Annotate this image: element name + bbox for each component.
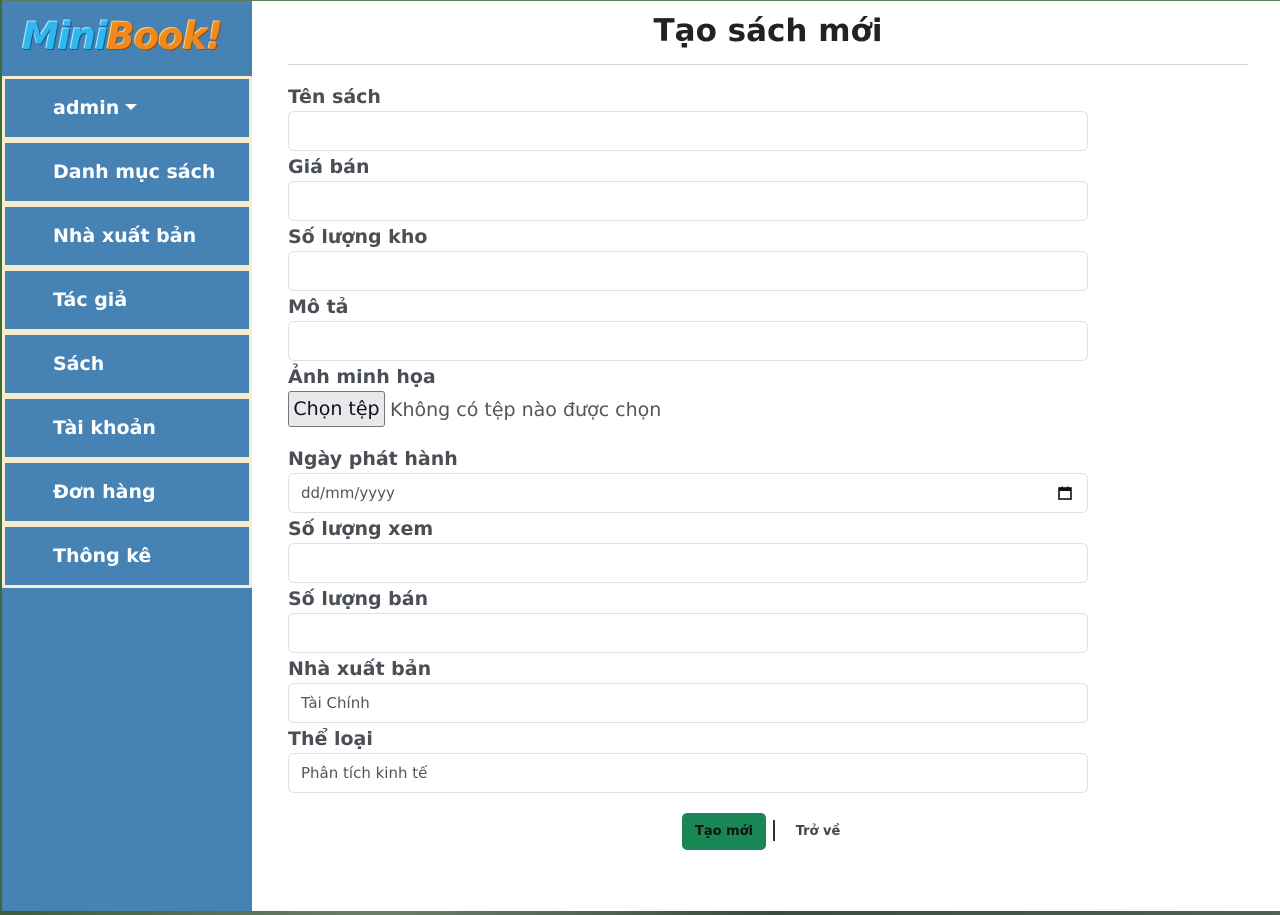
sidebar-item-statistics[interactable]: Thông kê (5, 527, 249, 585)
sidebar-item-label: Danh mục sách (53, 161, 216, 183)
sidebar-item-label: Tài khoản (53, 417, 156, 439)
logo-part-mini: Mini (22, 15, 108, 58)
sidebar-item-publishers[interactable]: Nhà xuất bản (5, 207, 249, 265)
publisher-select[interactable]: Tài Chính (288, 683, 1088, 723)
book-name-label: Tên sách (288, 86, 381, 108)
back-link[interactable]: Trở về (785, 813, 851, 850)
sold-label: Số lượng bán (288, 588, 429, 610)
create-button[interactable]: Tạo mới (682, 813, 766, 850)
views-label: Số lượng xem (288, 518, 434, 540)
logo[interactable]: MiniBook! (22, 13, 224, 61)
choose-file-button[interactable]: Chọn tệp (288, 391, 385, 427)
category-selected-value: Phân tích kinh tế (301, 764, 428, 782)
publisher-label: Nhà xuất bản (288, 658, 432, 680)
sidebar-item-label: Thông kê (53, 545, 152, 567)
category-select[interactable]: Phân tích kinh tế (288, 753, 1088, 793)
sidebar-item-accounts[interactable]: Tài khoản (5, 399, 249, 457)
sidebar-item-label: Sách (53, 353, 105, 375)
book-name-input[interactable] (288, 111, 1088, 151)
release-date-label: Ngày phát hành (288, 448, 458, 470)
button-separator (773, 820, 775, 841)
calendar-icon[interactable] (1058, 486, 1072, 500)
description-label: Mô tả (288, 296, 349, 318)
page-title: Tạo sách mới (653, 13, 883, 49)
main-content: Tạo sách mới Tên sách Giá bán Số lượng k… (288, 0, 1248, 850)
release-date-input[interactable]: dd/mm/yyyy (288, 473, 1088, 513)
title-divider (288, 64, 1248, 65)
window-bottom-border (0, 911, 1280, 915)
sidebar-item-categories[interactable]: Danh mục sách (5, 143, 249, 201)
stock-label: Số lượng kho (288, 226, 428, 248)
user-dropdown[interactable]: admin (5, 79, 249, 137)
sold-input[interactable] (288, 613, 1088, 653)
logo-part-book: Book! (106, 15, 224, 58)
sidebar-item-label: Nhà xuất bản (53, 225, 197, 247)
category-label: Thể loại (288, 728, 373, 750)
price-input[interactable] (288, 181, 1088, 221)
sidebar-item-books[interactable]: Sách (5, 335, 249, 393)
release-date-placeholder: dd/mm/yyyy (301, 484, 395, 502)
views-input[interactable] (288, 543, 1088, 583)
sidebar-item-orders[interactable]: Đơn hàng (5, 463, 249, 521)
image-label: Ảnh minh họa (288, 366, 436, 388)
caret-down-icon (125, 103, 138, 110)
user-name: admin (53, 97, 120, 119)
description-input[interactable] (288, 321, 1088, 361)
sidebar-item-authors[interactable]: Tác giả (5, 271, 249, 329)
publisher-selected-value: Tài Chính (301, 694, 370, 712)
sidebar: MiniBook! admin Danh mục sách Nhà xuất b… (2, 1, 252, 911)
stock-input[interactable] (288, 251, 1088, 291)
price-label: Giá bán (288, 156, 370, 178)
file-status-text: Không có tệp nào được chọn (390, 399, 662, 421)
sidebar-item-label: Tác giả (53, 289, 128, 311)
sidebar-menu: admin Danh mục sách Nhà xuất bản Tác giả… (2, 76, 252, 588)
sidebar-item-label: Đơn hàng (53, 481, 156, 503)
